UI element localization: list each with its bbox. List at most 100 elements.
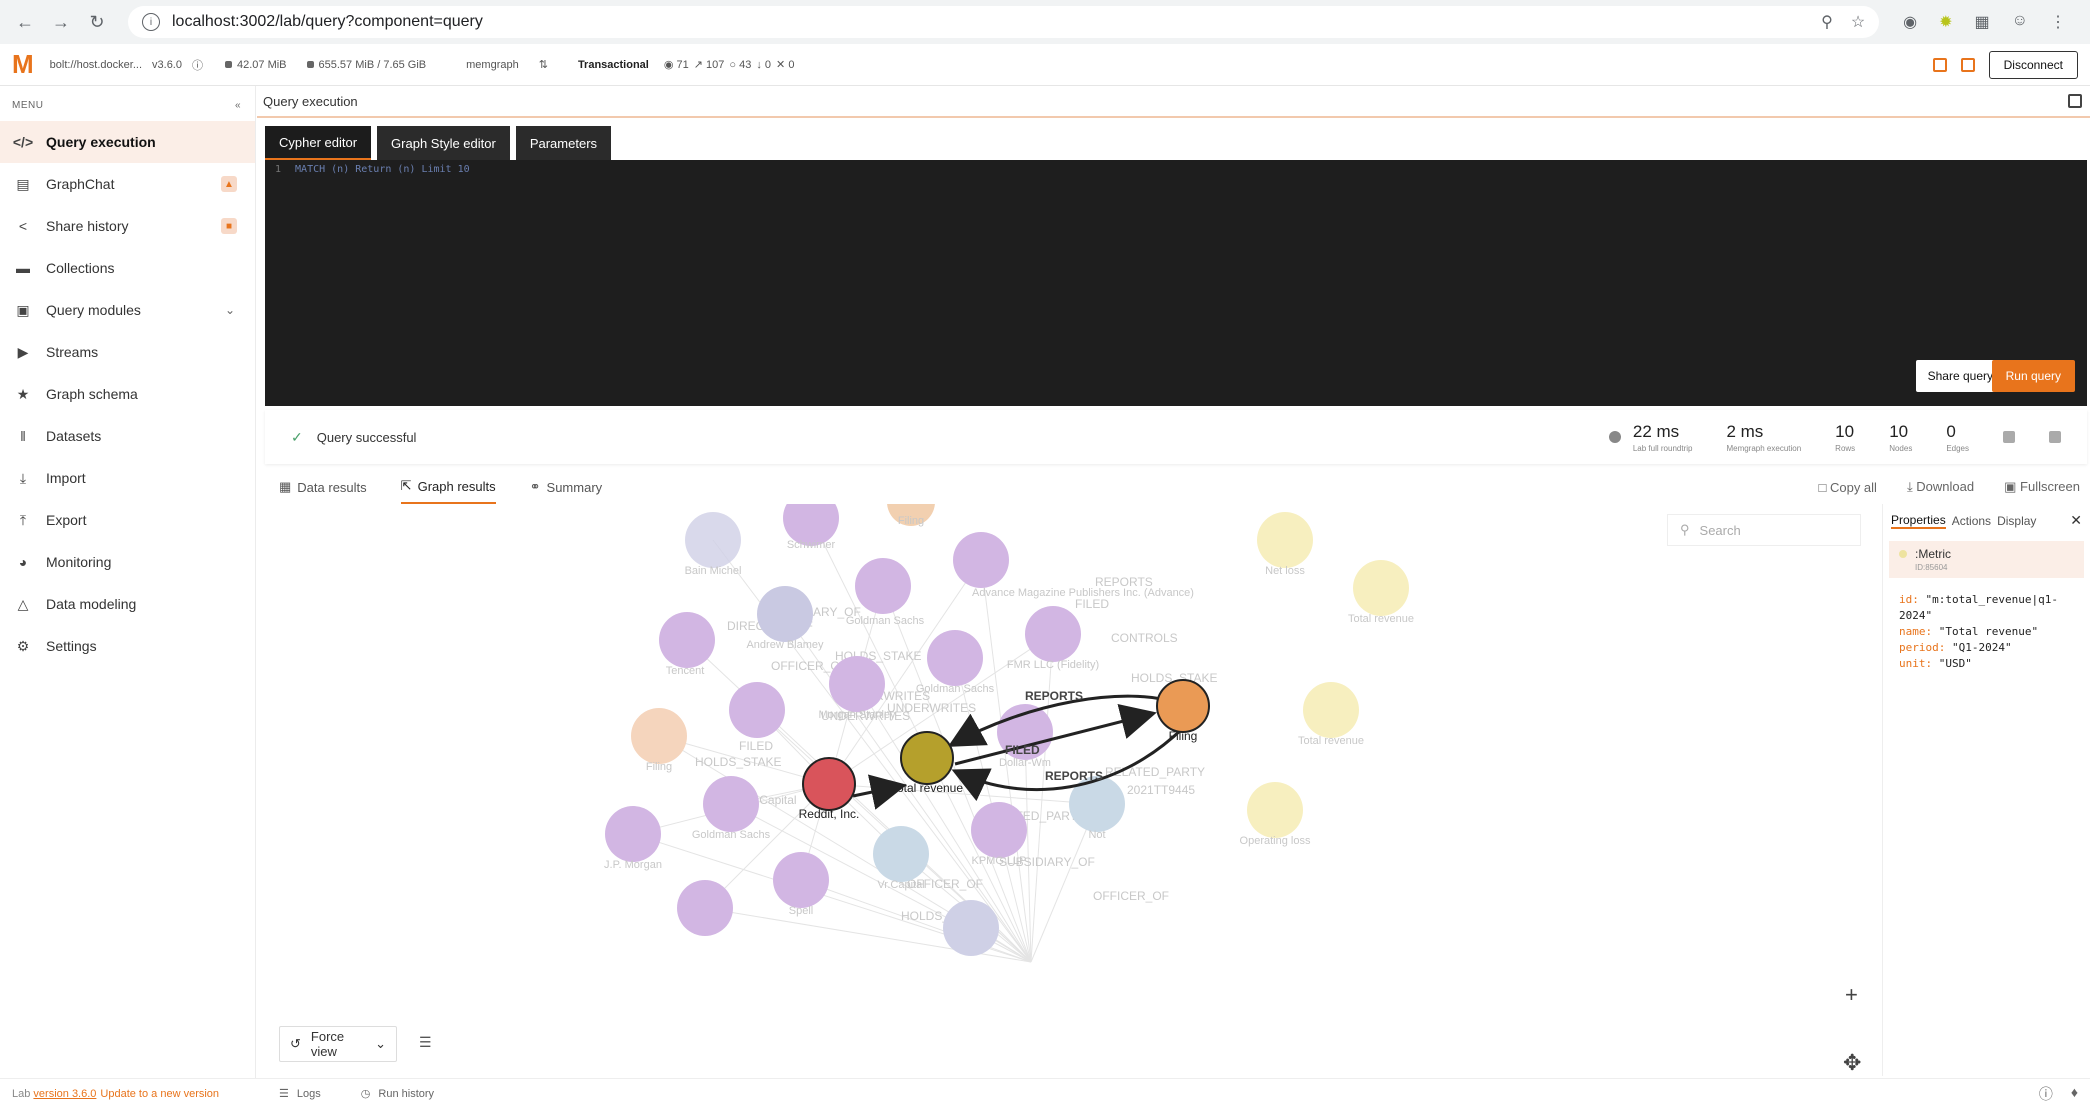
close-icon[interactable]: ✕: [2070, 512, 2082, 529]
notification-bell-icon[interactable]: ♦: [2071, 1084, 2078, 1104]
schema-icon: ★: [16, 385, 30, 402]
zoom-icon[interactable]: ⚲: [1821, 12, 1833, 32]
properties-panel: Properties Actions Display ✕ :Metric ID:…: [1882, 504, 2090, 1076]
sidebar-item-share-history[interactable]: < Share history ■: [0, 205, 255, 247]
extensions-puzzle-icon[interactable]: ▦: [1975, 12, 1990, 32]
play-icon: ▶: [17, 343, 29, 360]
node-label-operating-loss: Operating loss: [1240, 835, 1311, 847]
node-label-tencent: Tencent: [666, 665, 705, 677]
node-label-not: Not: [1088, 829, 1105, 841]
connection-info[interactable]: bolt://host.docker... v3.6.0 ⓘ: [50, 57, 203, 73]
fullscreen-button[interactable]: ▣ Fullscreen: [2004, 479, 2080, 495]
export-results-icon[interactable]: [2049, 431, 2061, 443]
site-info-icon[interactable]: i: [142, 13, 160, 31]
tab-cypher-editor[interactable]: Cypher editor: [265, 126, 372, 160]
node-id: ID:85604: [1915, 563, 1948, 572]
extension-sun-icon[interactable]: ✹: [1939, 12, 1952, 32]
editor-tabs: Cypher editor Graph Style editor Paramet…: [265, 126, 612, 160]
sidebar-item-graph-schema[interactable]: ★ Graph schema: [0, 373, 255, 415]
graph-svg[interactable]: SUBSIDIARY_OF DIRECTOR_OF REPORTS FILED …: [265, 504, 1882, 1076]
sidebar-item-streams[interactable]: ▶ Streams: [0, 331, 255, 373]
node-label-dollar: Dollar-Wm: [999, 757, 1051, 769]
sidebar-item-monitoring[interactable]: ◕ Monitoring: [0, 541, 255, 583]
version-link[interactable]: version 3.6.0: [33, 1088, 96, 1100]
lock-badge-icon: ▲: [221, 176, 237, 192]
extension-icon[interactable]: ◉: [1903, 12, 1917, 32]
collapse-sidebar-icon[interactable]: «: [235, 100, 241, 111]
connection-url: bolt://host.docker...: [49, 58, 143, 71]
editor-line: 1 MATCH (n) Return (n) Limit 10: [265, 160, 2087, 179]
tab-graph-results[interactable]: ⇱ Graph results: [400, 470, 496, 504]
database-select[interactable]: memgraph: [466, 59, 519, 71]
monitoring-icon: ◕: [18, 554, 28, 570]
modeling-icon: △: [17, 595, 29, 612]
tab-data-results[interactable]: ▦ Data results: [279, 470, 367, 504]
graph-search-input[interactable]: ⚲ Search: [1667, 514, 1861, 546]
run-query-button[interactable]: Run query: [1991, 360, 2075, 392]
sidebar-item-query-modules[interactable]: ▣ Query modules ⌄: [0, 289, 255, 331]
graph-canvas[interactable]: SUBSIDIARY_OF DIRECTOR_OF REPORTS FILED …: [265, 504, 1882, 1076]
zoom-in-icon[interactable]: +: [1845, 982, 1858, 1008]
datasets-icon: ‖: [20, 428, 26, 444]
info-icon[interactable]: [1608, 431, 1621, 443]
copy-all-button[interactable]: □ Copy all: [1819, 480, 1877, 495]
connection-info-icon[interactable]: ⓘ: [192, 57, 203, 73]
cypher-editor[interactable]: 1 MATCH (n) Return (n) Limit 10 Share qu…: [265, 160, 2087, 406]
address-bar[interactable]: i localhost:3002/lab/query?component=que…: [128, 6, 1880, 38]
profile-icon[interactable]: ☺: [2012, 12, 2028, 32]
sidebar-item-label: GraphChat: [46, 176, 115, 192]
chevron-down-icon: ⌄: [224, 303, 235, 317]
sidebar-item-settings[interactable]: ⚙ Settings: [0, 625, 255, 667]
run-history-button[interactable]: ◷ Run history: [361, 1087, 434, 1101]
sidebar-item-label: Datasets: [46, 428, 102, 444]
tab-properties[interactable]: Properties: [1891, 513, 1946, 529]
download-button[interactable]: ⤓ Download: [1907, 479, 1974, 495]
edge-label-audits: 2021TT9445: [1127, 783, 1195, 797]
tab-graph-style-editor[interactable]: Graph Style editor: [377, 126, 510, 160]
node-reddit: [802, 757, 856, 811]
node-label-spell: Spell: [789, 905, 813, 917]
menu-label: MENU: [12, 100, 44, 111]
sidebar-item-query-execution[interactable]: </> Query execution: [0, 121, 255, 163]
sort-icon[interactable]: ⇅: [539, 58, 548, 71]
node-label-total-revenue-3: Total revenue: [1298, 735, 1364, 747]
graph-settings-icon[interactable]: ☰: [419, 1034, 432, 1051]
edge-label-holds-stake-3: HOLDS_STAKE: [695, 755, 781, 769]
tab-parameters[interactable]: Parameters: [515, 126, 612, 160]
metrics: 22 ms Lab full roundtrip 2 ms Memgraph exe…: [1608, 422, 2061, 453]
query-execution-header: Query execution: [257, 86, 2090, 118]
layout-icon[interactable]: [1932, 57, 1947, 72]
logs-icon: ☰: [279, 1088, 289, 1100]
reload-icon[interactable]: ↻: [82, 7, 112, 37]
window-icon[interactable]: [1960, 57, 1975, 72]
center-graph-icon[interactable]: ✥: [1843, 1048, 1861, 1076]
tab-summary[interactable]: ⚭ Summary: [530, 470, 603, 504]
sidebar-item-label: Graph schema: [46, 386, 138, 402]
sidebar-item-export[interactable]: ⤒ Export: [0, 499, 255, 541]
sidebar-item-data-modeling[interactable]: △ Data modeling: [0, 583, 255, 625]
node-label-advance: Advance Magazine Publishers Inc. (Advanc…: [972, 587, 1194, 599]
clipboard-icon[interactable]: [2003, 431, 2015, 443]
back-icon[interactable]: ←: [10, 7, 40, 37]
disconnect-button[interactable]: Disconnect: [1988, 50, 2078, 79]
sidebar-item-datasets[interactable]: ‖ Datasets: [0, 415, 255, 457]
bookmark-star-icon[interactable]: ☆: [1851, 12, 1865, 32]
modules-icon: ▣: [16, 301, 30, 318]
node-total-revenue: [900, 731, 954, 785]
node-label-text: :Metric: [1915, 547, 1951, 561]
tab-display[interactable]: Display: [1997, 514, 2036, 528]
memgraph-logo: M: [12, 49, 34, 79]
forward-icon[interactable]: →: [46, 7, 76, 37]
browser-menu-icon[interactable]: ⋮: [2050, 12, 2066, 32]
update-link[interactable]: Update to a new version: [100, 1088, 219, 1100]
logs-button[interactable]: ☰ Logs: [279, 1087, 321, 1101]
page-title: Query execution: [263, 93, 358, 109]
tab-actions[interactable]: Actions: [1952, 514, 1991, 528]
help-icon[interactable]: ⓘ: [2039, 1084, 2053, 1104]
expand-icon[interactable]: [2068, 94, 2082, 108]
disk-icon: [306, 61, 314, 68]
sidebar-item-graphchat[interactable]: ▤ GraphChat ▲: [0, 163, 255, 205]
sidebar-item-import[interactable]: ⤓ Import: [0, 457, 255, 499]
sidebar-item-collections[interactable]: ▬ Collections: [0, 247, 255, 289]
view-mode-select[interactable]: ↺ Force view ⌄: [279, 1026, 397, 1062]
